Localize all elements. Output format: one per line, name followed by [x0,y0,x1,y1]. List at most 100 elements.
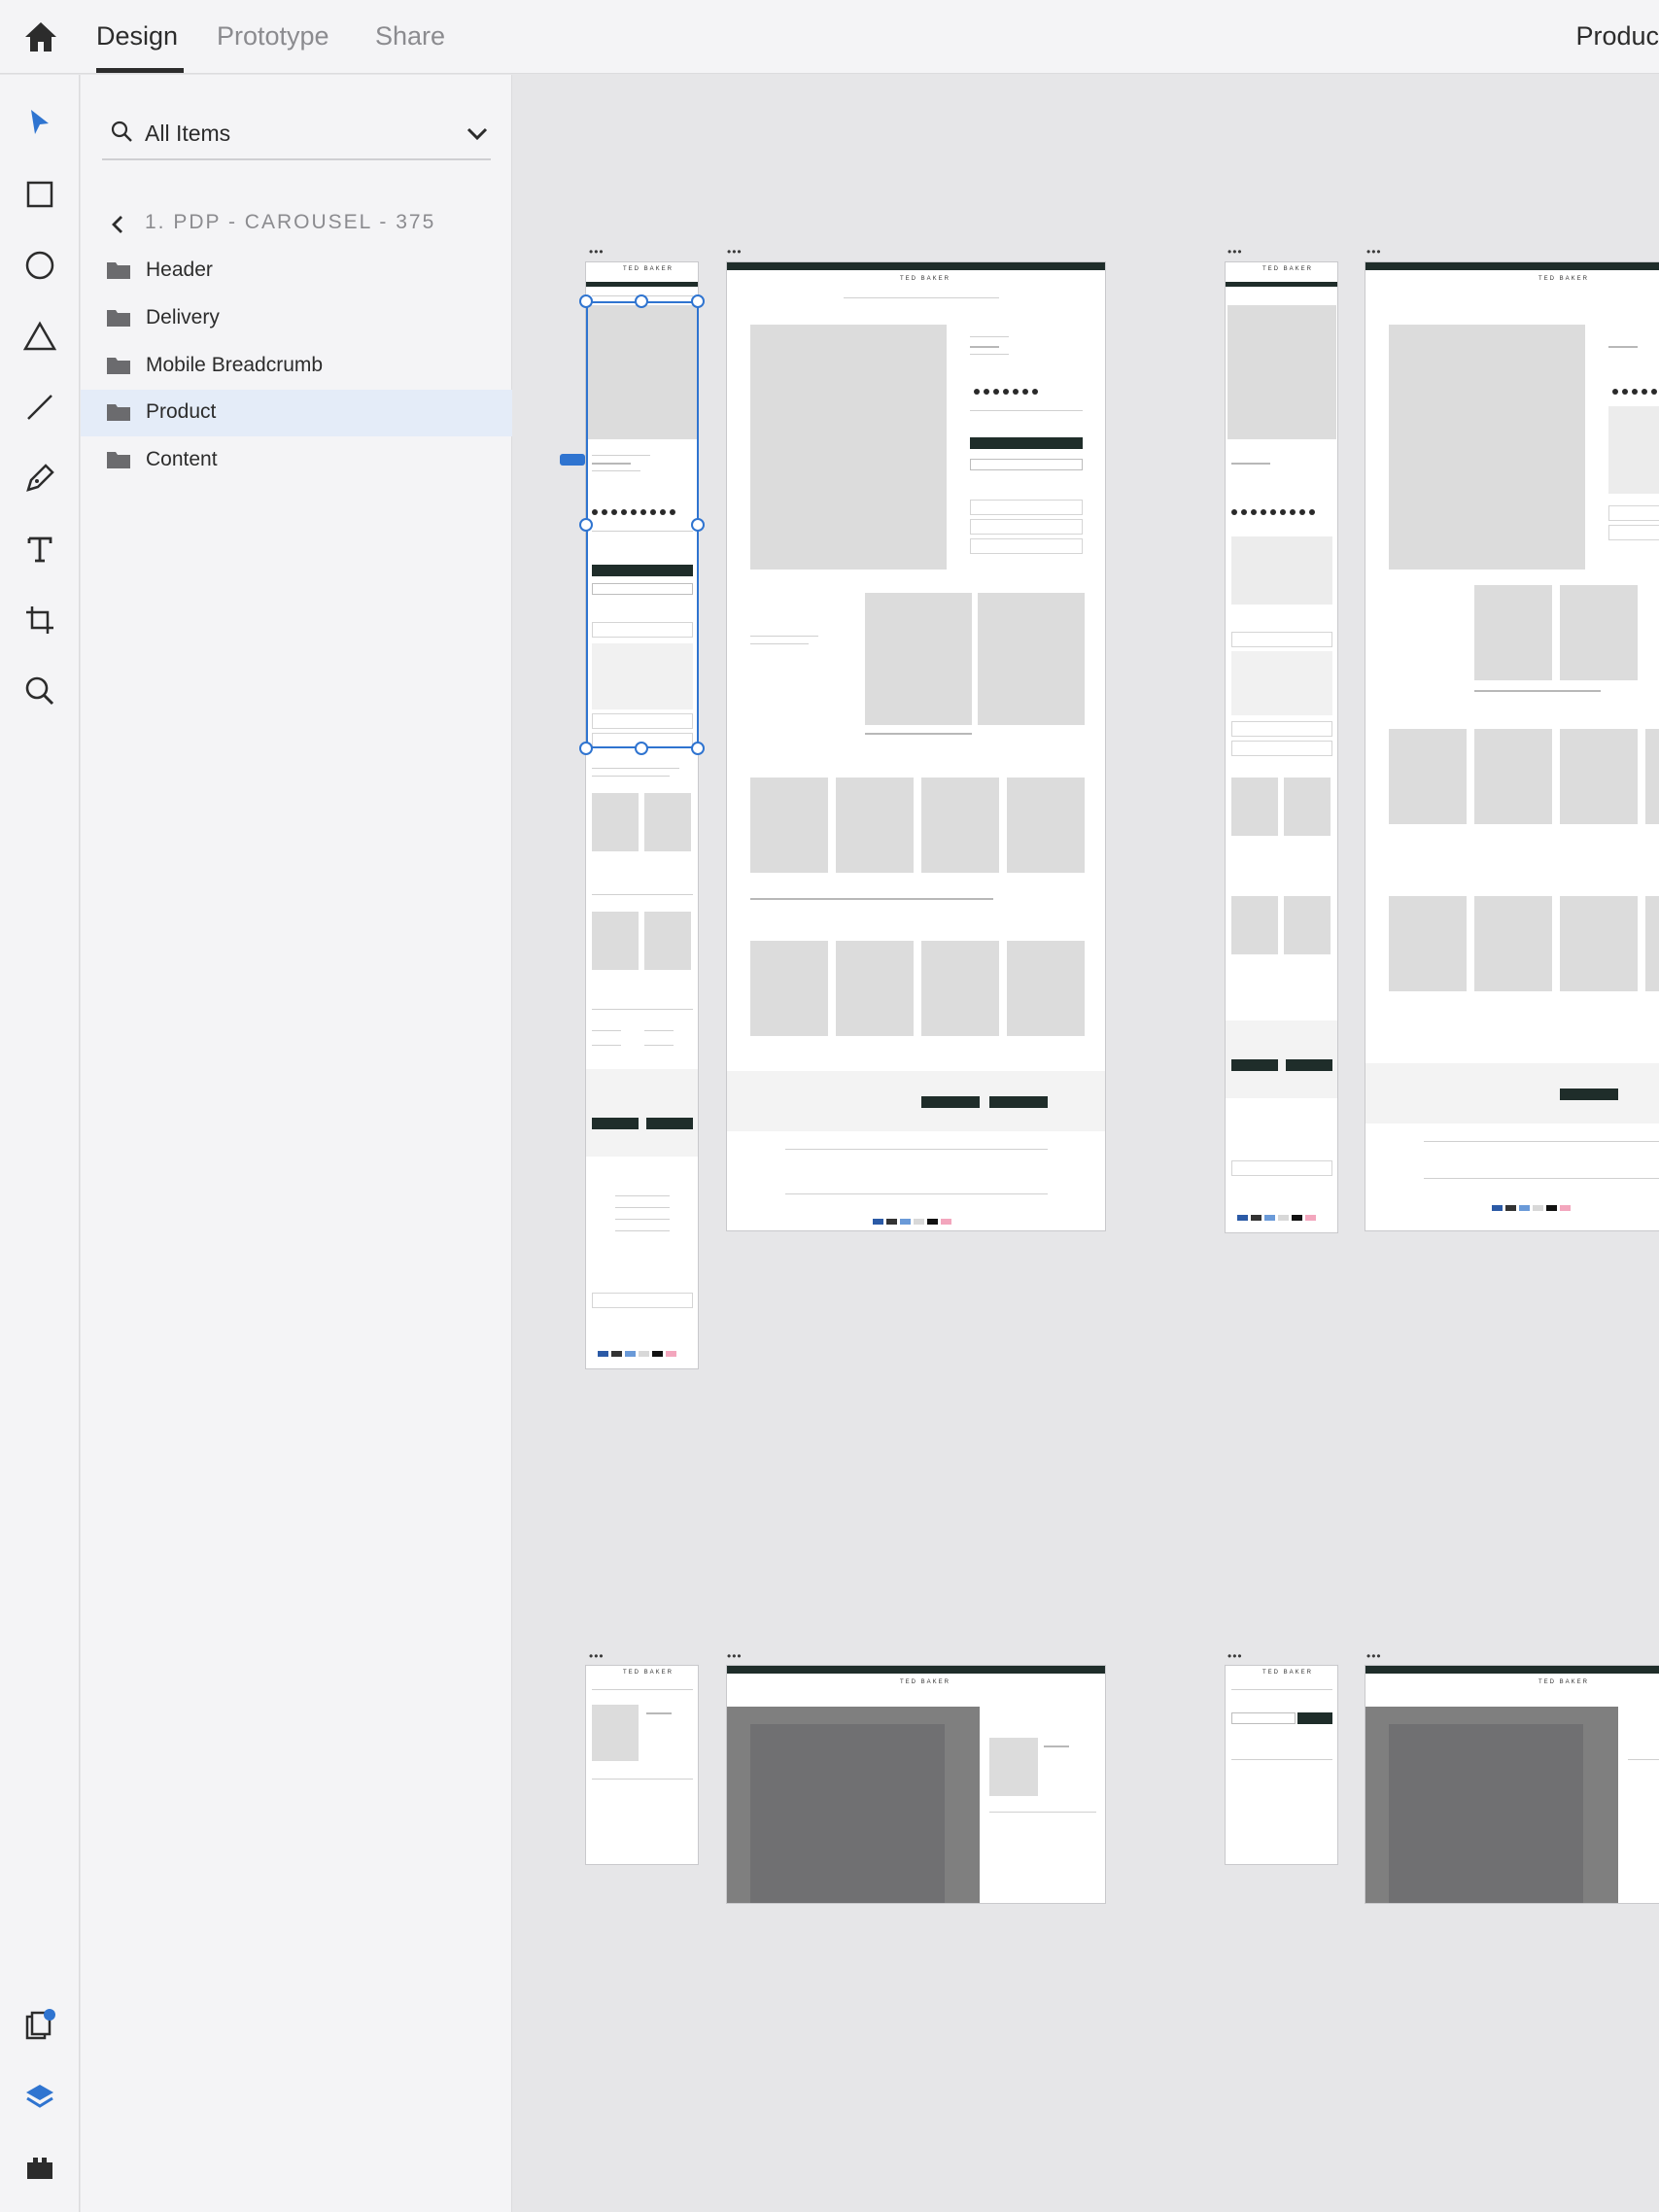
tile-placeholder [644,793,691,851]
brand-logo: TED BAKER [623,1670,674,1676]
resize-handle[interactable] [579,294,593,308]
tile-placeholder [1474,585,1552,680]
home-button[interactable] [21,17,60,56]
pen-tool[interactable] [18,457,61,500]
postcode-field-block [1231,1712,1296,1724]
line-icon [27,395,52,420]
selection-box[interactable] [586,301,699,748]
size-select-line [989,1812,1096,1813]
artboard-desktop-store-availability[interactable]: TED BAKER [726,1665,1106,1904]
layer-item-delivery[interactable]: Delivery [81,295,512,342]
tile-placeholder [1389,729,1467,824]
layer-item-content[interactable]: Content [81,437,512,484]
about-us-accordion [592,1293,693,1308]
artboard-menu[interactable]: ••• [1227,245,1243,259]
layer-item-label: Mobile Breadcrumb [146,354,324,376]
newsletter-button [646,1118,693,1129]
text-line [592,1030,621,1031]
breadcrumb[interactable]: 1. PDP - CAROUSEL - 375 [102,209,491,242]
artboard-menu[interactable]: ••• [727,245,743,259]
design-canvas[interactable]: ••• TED BAKER ••• TED BAKER ••• TED BAKE… [513,75,1659,2212]
layer-item-header[interactable]: Header [81,248,512,294]
artboard-menu[interactable]: ••• [727,1649,743,1663]
divider [592,894,693,895]
layer-item-mobile-breadcrumb[interactable]: Mobile Breadcrumb [81,343,512,390]
resize-handle[interactable] [635,742,648,755]
artboard-desktop-pdp[interactable]: TED BAKER [726,261,1106,1231]
product-image-placeholder [1389,325,1585,570]
promo-strip [727,1666,1105,1674]
product-thumbnail [592,1705,639,1761]
select-tool[interactable] [18,101,61,144]
newsletter-block [727,1071,1105,1131]
chevron-left-icon[interactable] [110,215,125,234]
polygon-tool[interactable] [18,315,61,358]
artboard-mobile-store-availability[interactable]: TED BAKER [585,1665,699,1865]
artboard-desktop-find-store[interactable]: TED BAKER [1365,1665,1659,1904]
text-tool[interactable] [18,528,61,570]
divider [1231,1689,1332,1690]
resize-handle[interactable] [635,294,648,308]
resize-handle[interactable] [579,518,593,532]
line-tool[interactable] [18,386,61,429]
breadcrumb-label: 1. PDP - CAROUSEL - 375 [145,211,436,233]
search-icon [111,121,132,142]
colour-swatches [1612,389,1657,395]
rectangle-tool[interactable] [18,173,61,216]
artboard-menu[interactable]: ••• [1366,1649,1382,1663]
layer-item-product[interactable]: Product [81,390,512,436]
artboard-menu[interactable]: ••• [589,245,605,259]
artboard-tool[interactable] [18,599,61,641]
product-image-placeholder [750,1724,945,1903]
assets-panel-button[interactable] [18,2004,61,2047]
artboard-mobile-find-store[interactable]: TED BAKER [1225,1665,1338,1865]
text-line [1231,463,1270,465]
resize-handle[interactable] [691,518,705,532]
tile-placeholder [836,941,914,1036]
artboard-mobile-pdp-variant[interactable]: TED BAKER [1225,261,1338,1233]
layers-panel-button[interactable] [18,2075,61,2118]
tab-prototype[interactable]: Prototype [217,21,329,52]
resize-handle[interactable] [579,742,593,755]
text-line [970,336,1009,337]
tile-placeholder [836,778,914,873]
artboard-menu[interactable]: ••• [1227,1649,1243,1663]
accordion-content [1231,651,1332,715]
ellipse-tool[interactable] [18,244,61,287]
about-us-accordion [1231,1160,1332,1176]
divider [1231,1759,1332,1760]
tile-placeholder [1231,778,1278,836]
tab-share[interactable]: Share [375,21,445,52]
plugins-icon [27,2158,52,2179]
document-title[interactable]: Produc [1575,21,1659,52]
search-input[interactable] [145,114,436,153]
text-line [1044,1745,1069,1747]
promo-strip [586,282,698,287]
accordion-block [970,500,1083,515]
accordion-block [1608,505,1659,521]
accordion-block [1231,721,1332,737]
resize-handle[interactable] [691,294,705,308]
plugins-panel-button[interactable] [18,2146,61,2189]
layers-icon [26,2085,53,2108]
selection-tab[interactable] [560,454,585,466]
newsletter-button [921,1096,980,1108]
footer-line [785,1193,1048,1194]
artboard-desktop-pdp-variant[interactable]: TED BAKER [1365,261,1659,1231]
product-image-placeholder [1227,305,1336,439]
promo-strip [1365,1666,1659,1674]
tab-design[interactable]: Design [96,21,178,52]
resize-handle[interactable] [691,742,705,755]
chevron-down-icon[interactable] [464,120,491,147]
artboard-menu[interactable]: ••• [589,1649,605,1663]
text-line [750,636,818,637]
layer-item-label: Header [146,259,213,281]
zoom-tool[interactable] [18,670,61,712]
newsletter-button [1286,1059,1332,1071]
accordion-block [970,519,1083,535]
tool-bar [0,75,80,2212]
brand-logo: TED BAKER [1262,266,1314,272]
payment-methods [1492,1205,1571,1211]
newsletter-button [1560,1089,1618,1100]
artboard-menu[interactable]: ••• [1366,245,1382,259]
